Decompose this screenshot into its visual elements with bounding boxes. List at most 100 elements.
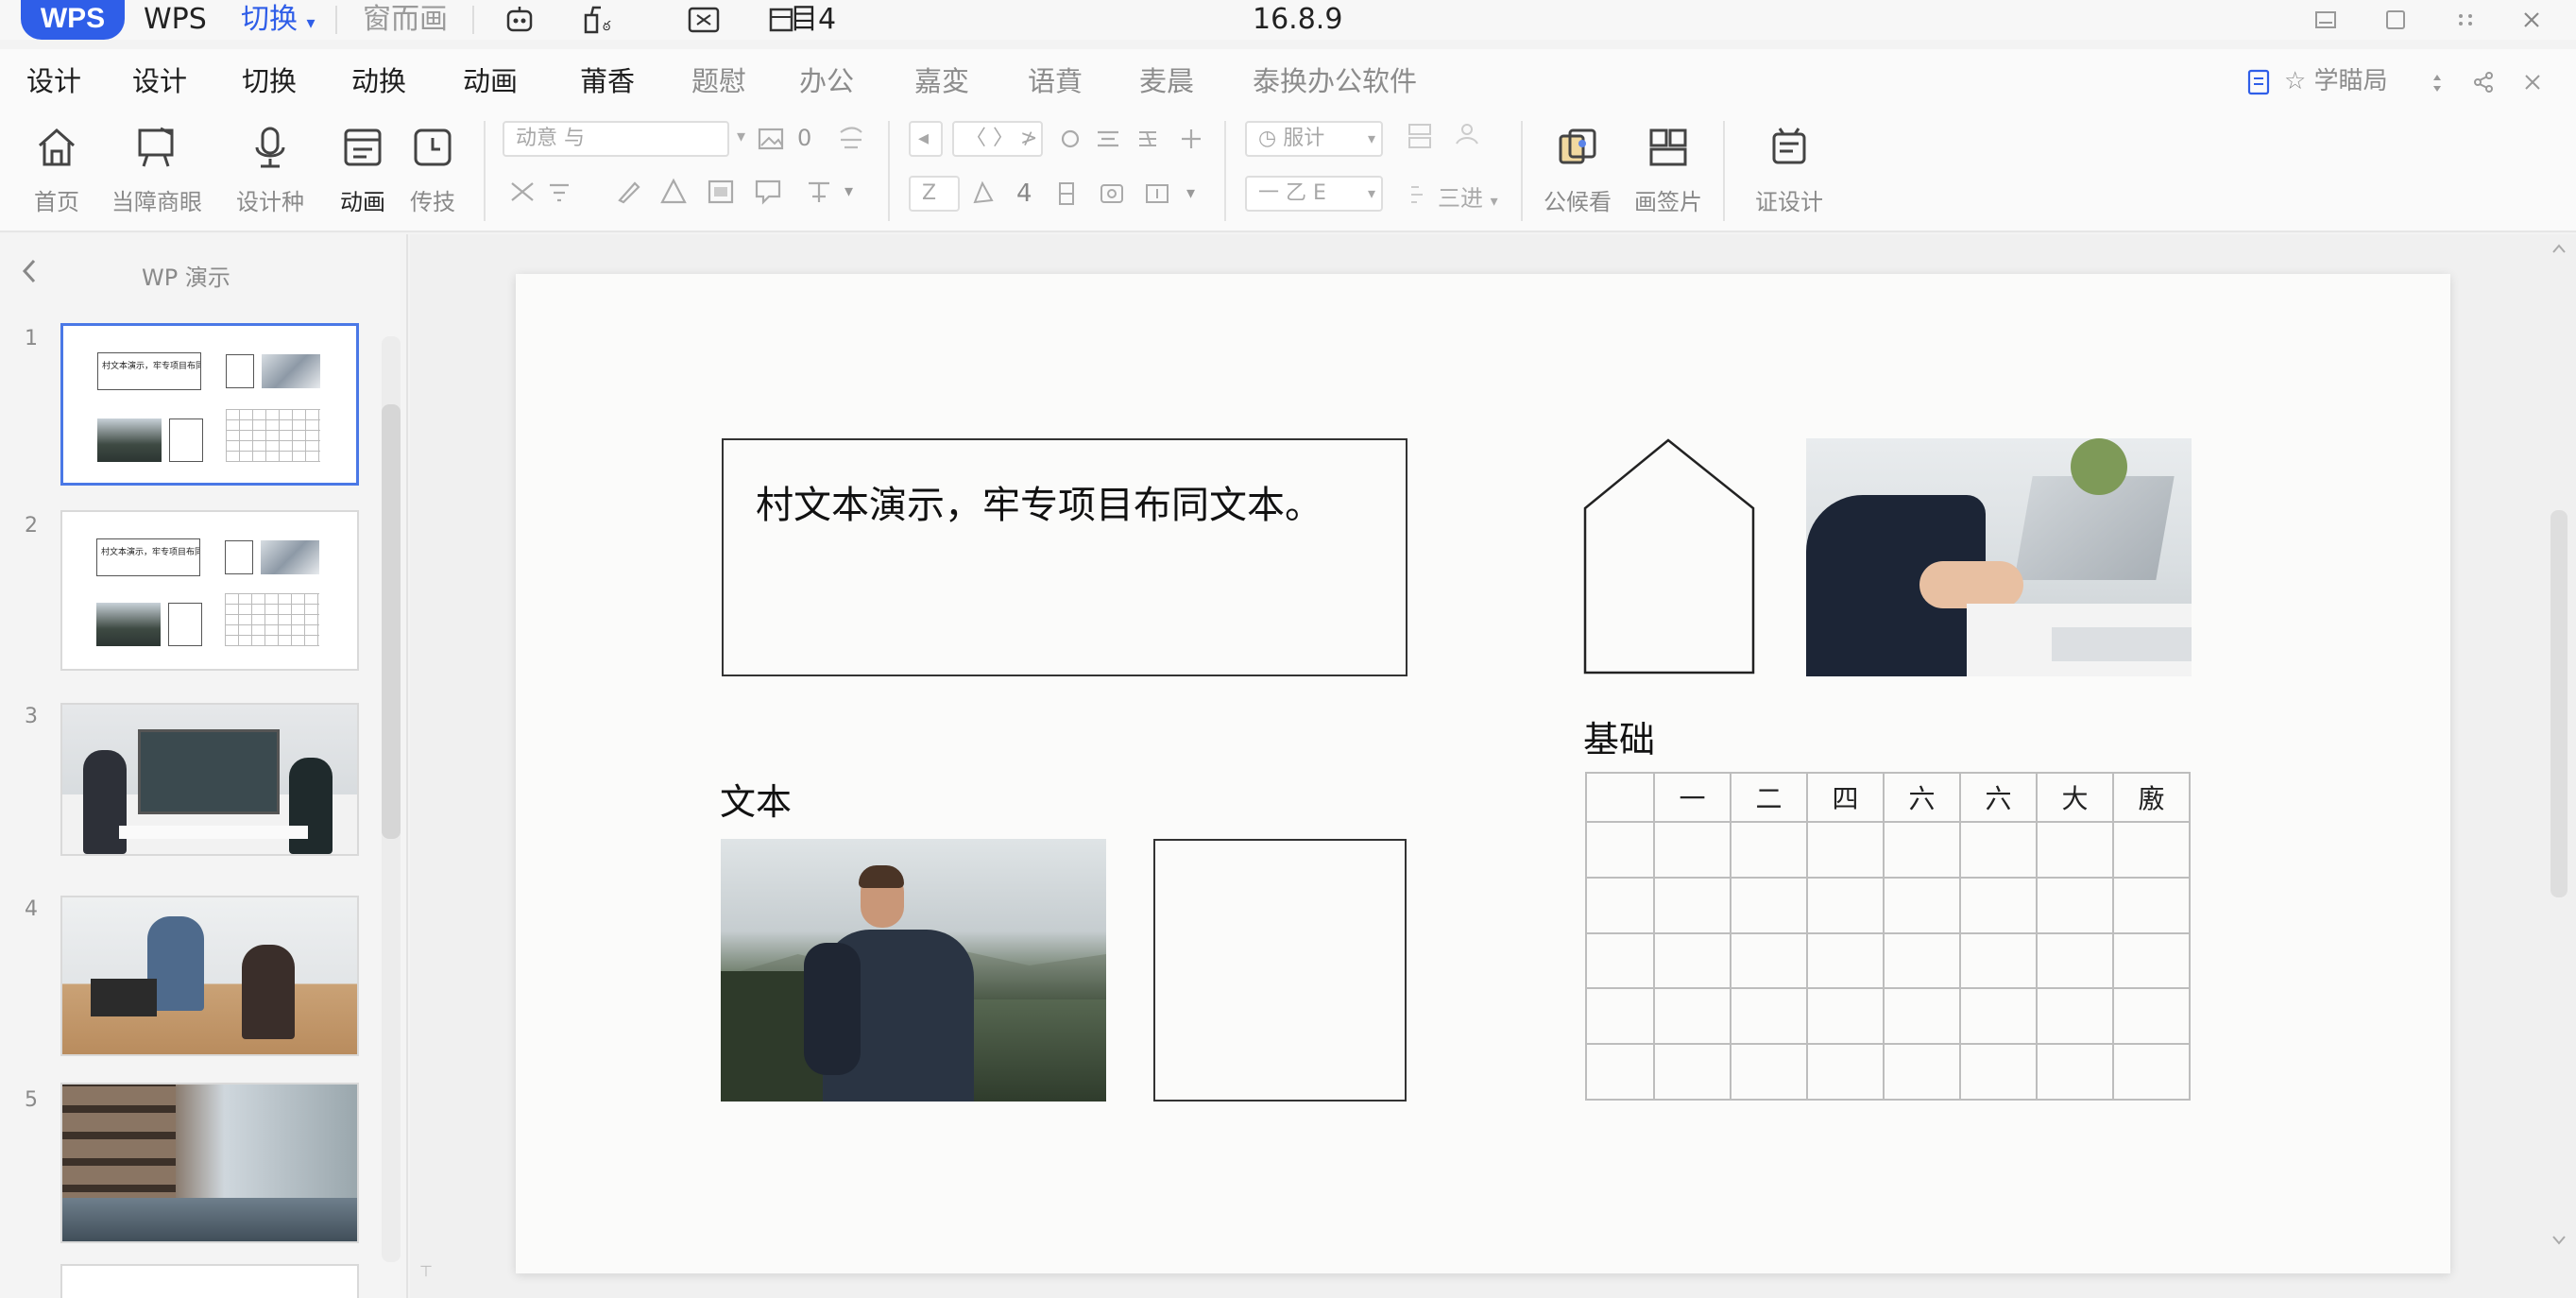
- picture-icon[interactable]: [756, 123, 788, 155]
- switch-menu[interactable]: 切换 ▾: [241, 2, 316, 42]
- table-cell[interactable]: [1653, 931, 1732, 990]
- slide-label-basic[interactable]: 基础: [1583, 710, 1655, 762]
- table-header-cell[interactable]: 二: [1730, 772, 1808, 823]
- share-icon[interactable]: [2469, 68, 2498, 96]
- close-icon[interactable]: [2520, 70, 2545, 94]
- menu-item-office[interactable]: 办公: [799, 62, 854, 100]
- table-cell[interactable]: [1585, 1043, 1655, 1101]
- home-button[interactable]: 首页: [11, 117, 102, 223]
- menu-item-tools[interactable]: 语賁: [1028, 62, 1083, 100]
- number-value[interactable]: 4: [1016, 179, 1032, 208]
- align-left-button[interactable]: ◂: [909, 121, 943, 157]
- arrange-icon[interactable]: [803, 176, 835, 208]
- style-select[interactable]: ◷ 服计 ▾: [1245, 121, 1383, 157]
- table-header-cell[interactable]: 四: [1806, 772, 1885, 823]
- three-way-select[interactable]: 三进 ▾: [1438, 179, 1498, 213]
- table-cell[interactable]: [1959, 931, 2038, 990]
- table-header-cell[interactable]: 廒: [2112, 772, 2191, 823]
- table-cell[interactable]: [1883, 931, 1961, 990]
- add-icon[interactable]: [1175, 123, 1207, 155]
- chevron-down-icon[interactable]: ▾: [1186, 183, 1195, 203]
- slide-thumbnail-3[interactable]: [60, 703, 359, 856]
- table-cell[interactable]: [2036, 821, 2114, 879]
- table-header-cell[interactable]: [1585, 772, 1655, 823]
- table-cell[interactable]: [1959, 987, 2038, 1046]
- table-cell[interactable]: [2112, 1043, 2191, 1101]
- font-name-field[interactable]: 动意 与: [503, 121, 729, 157]
- table-cell[interactable]: [1653, 987, 1732, 1046]
- scroll-up-icon[interactable]: [2549, 240, 2569, 257]
- table-cell[interactable]: [1883, 876, 1961, 934]
- menu-item-member[interactable]: 麦晨: [1139, 62, 1194, 100]
- table-cell[interactable]: [1585, 876, 1655, 934]
- menu-item-slideshow[interactable]: 莆香: [580, 62, 635, 100]
- slide-table[interactable]: 一 二 四 六 六 大 廒: [1585, 772, 2191, 1101]
- menu-item-view[interactable]: 嘉変: [914, 62, 969, 100]
- square-shape[interactable]: [1153, 839, 1407, 1102]
- table-cell[interactable]: [2036, 1043, 2114, 1101]
- maximize-icon[interactable]: [2377, 4, 2414, 36]
- table-header-cell[interactable]: 六: [1959, 772, 2038, 823]
- align-center-icon[interactable]: [1092, 123, 1124, 155]
- table-cell[interactable]: [1806, 931, 1885, 990]
- gallery-button[interactable]: 画签片: [1623, 117, 1714, 223]
- share-icon[interactable]: ఠ: [580, 4, 618, 36]
- font-size-value[interactable]: 0: [797, 125, 811, 151]
- wps-logo[interactable]: WPS: [21, 0, 125, 40]
- table-cell[interactable]: [1806, 821, 1885, 879]
- menu-item-switch[interactable]: 切换: [242, 62, 297, 100]
- shape-icon[interactable]: [657, 176, 690, 208]
- size-field[interactable]: Z: [909, 176, 960, 212]
- table-cell[interactable]: [1730, 931, 1808, 990]
- workspace-scrollbar[interactable]: [2550, 510, 2567, 897]
- text-box-icon[interactable]: [1141, 178, 1173, 210]
- table-cell[interactable]: [1730, 1043, 1808, 1101]
- table-cell[interactable]: [1730, 987, 1808, 1046]
- screen-edit-button[interactable]: 当障商眼: [111, 117, 202, 223]
- slide-label-text[interactable]: 文本: [720, 773, 792, 825]
- document-tab[interactable]: 窗而画: [363, 2, 448, 38]
- menu-item-review[interactable]: 题慰: [691, 62, 746, 100]
- table-cell[interactable]: [1883, 821, 1961, 879]
- office-photo[interactable]: [1806, 438, 2192, 676]
- table-header-cell[interactable]: 大: [2036, 772, 2114, 823]
- table-cell[interactable]: [1883, 1043, 1961, 1101]
- layers-icon[interactable]: [1451, 119, 1483, 151]
- table-cell[interactable]: [1585, 987, 1655, 1046]
- adjust-icon[interactable]: [1404, 178, 1436, 210]
- slide-thumbnail-6[interactable]: [60, 1264, 359, 1298]
- more-icon[interactable]: [2447, 4, 2484, 36]
- table-cell[interactable]: [1883, 987, 1961, 1046]
- slide-thumbnail-2[interactable]: 村文本演示，牢专项目布同文本: [60, 510, 359, 671]
- slide-thumbnail-4[interactable]: [60, 896, 359, 1056]
- hiker-photo[interactable]: [721, 839, 1106, 1102]
- menu-item-office-software[interactable]: 泰换办公软件: [1253, 62, 1417, 100]
- cut-icon[interactable]: [506, 176, 538, 208]
- screen-record-icon[interactable]: [686, 4, 724, 36]
- column-icon[interactable]: [1050, 178, 1083, 210]
- sort-icon[interactable]: [2426, 72, 2448, 94]
- table-cell[interactable]: [1653, 876, 1732, 934]
- circle-shape-icon[interactable]: [1054, 123, 1086, 155]
- table-cell[interactable]: [1730, 821, 1808, 879]
- table-cell[interactable]: [2112, 821, 2191, 879]
- clear-format-icon[interactable]: [835, 123, 867, 155]
- table-cell[interactable]: [1585, 821, 1655, 879]
- slide-text-box[interactable]: 村文本演示，牢专项目布同文本。: [722, 438, 1407, 676]
- table-cell[interactable]: [1959, 821, 2038, 879]
- menu-item-design-1[interactable]: 设计: [26, 62, 81, 100]
- table-cell[interactable]: [2036, 987, 2114, 1046]
- table-cell[interactable]: [1730, 876, 1808, 934]
- table-header-cell[interactable]: 六: [1883, 772, 1961, 823]
- resize-handle-icon[interactable]: ⊤: [419, 1262, 433, 1280]
- slide-thumbnail-1[interactable]: 村文本演示，牢专项目布同文本: [60, 323, 359, 486]
- table-cell[interactable]: [1806, 1043, 1885, 1101]
- slide-thumbnail-5[interactable]: [60, 1083, 359, 1243]
- pentagon-shape[interactable]: [1583, 438, 1757, 676]
- table-cell[interactable]: [1653, 1043, 1732, 1101]
- table-cell[interactable]: [1959, 1043, 2038, 1101]
- table-cell[interactable]: [1959, 876, 2038, 934]
- learn-center-link[interactable]: ☆ 学瞄局: [2284, 62, 2388, 100]
- close-icon[interactable]: [2513, 4, 2550, 36]
- chevron-left-icon[interactable]: [15, 255, 43, 287]
